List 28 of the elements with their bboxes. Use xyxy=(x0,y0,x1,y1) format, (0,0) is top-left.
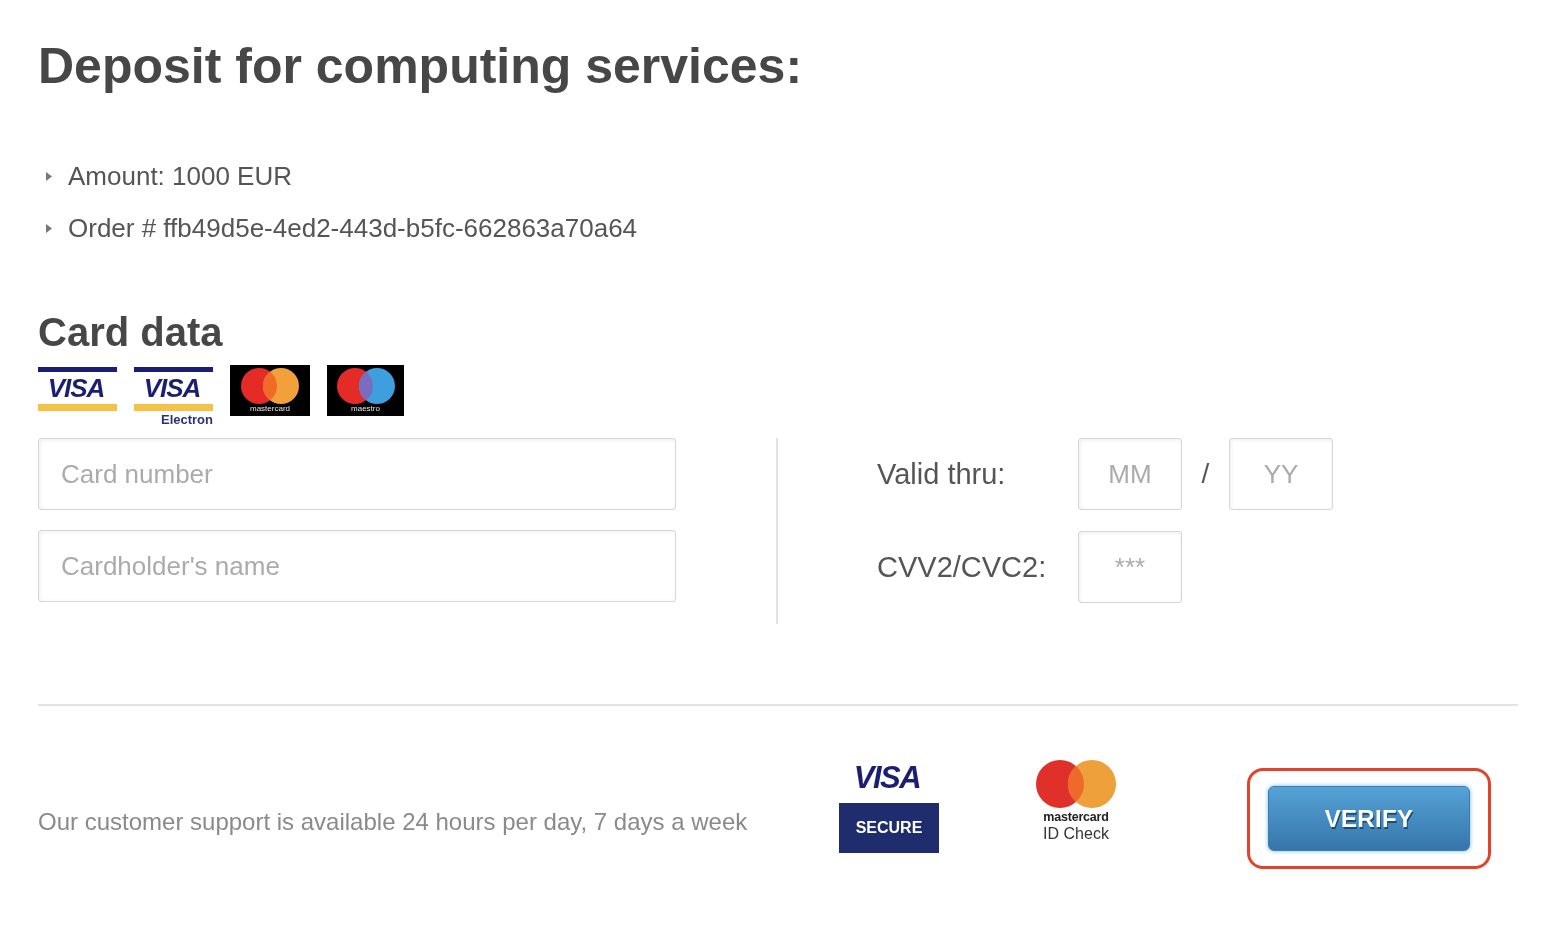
visa-wordmark: VISA xyxy=(853,762,922,794)
section-heading: Card data xyxy=(38,309,223,356)
month-field[interactable]: MM xyxy=(1078,438,1182,510)
detail-text: Amount: 1000 EUR xyxy=(68,160,292,193)
id-check-label: ID Check xyxy=(1043,825,1109,843)
detail-text: Order # ffb49d5e-4ed2-443d-b5fc-662863a70a64 xyxy=(68,212,638,245)
logo-wordmark: maestro xyxy=(351,404,380,414)
visa-logo: VISA xyxy=(134,367,213,411)
overlapping-circles-icon xyxy=(241,368,299,404)
cvv-field[interactable]: *** xyxy=(1078,531,1182,603)
secure-banner: SECURE xyxy=(839,803,939,853)
electron-caption: Electron xyxy=(161,411,213,428)
logo-wordmark: mastercard xyxy=(250,404,290,414)
overlapping-circles-icon xyxy=(336,368,395,404)
bullet-icon xyxy=(46,223,52,233)
mastercard-wordmark: mastercard xyxy=(1043,810,1109,825)
support-text: Our customer support is available 24 hours per day, 7 days a week xyxy=(38,807,748,837)
visa-logo: VISA xyxy=(38,367,117,411)
overlapping-circles-icon xyxy=(1036,760,1116,808)
bullet-icon xyxy=(46,171,52,181)
field-label: CVV2/CVC2: xyxy=(877,550,1047,585)
cardholder-name-field[interactable]: Cardholder's name xyxy=(38,530,676,602)
verify-button[interactable]: VERIFY xyxy=(1268,786,1470,851)
field-label: Valid thru: xyxy=(877,457,1006,492)
date-separator: / xyxy=(1201,457,1210,491)
year-field[interactable]: YY xyxy=(1229,438,1333,510)
page-title: Deposit for computing services: xyxy=(38,37,803,96)
card-number-field[interactable]: Card number xyxy=(38,438,676,510)
